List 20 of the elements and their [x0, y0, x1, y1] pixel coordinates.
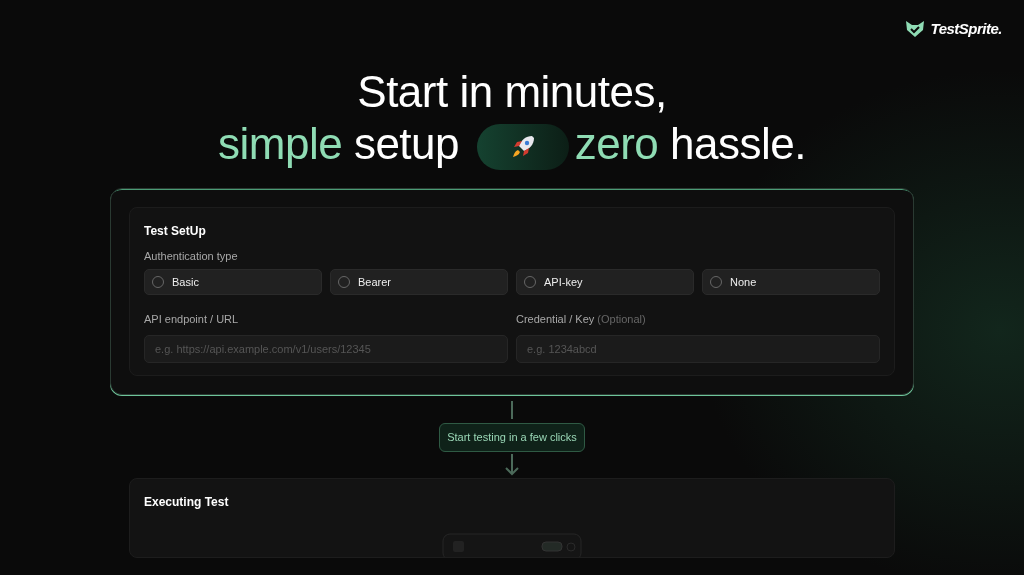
field-label: Authentication type — [144, 250, 238, 263]
headline-word: simple — [218, 119, 343, 168]
headline-word: zero — [574, 119, 659, 168]
headline-word: setup — [353, 119, 459, 168]
down-arrow-icon — [504, 451, 520, 476]
auth-option[interactable]: Bearer — [330, 268, 508, 295]
field-label: Credential / Key (Optional) — [516, 312, 646, 325]
card-title: Test SetUp — [144, 223, 207, 241]
brand-name: TestSprite. — [930, 19, 1002, 39]
field-label: API endpoint / URL — [144, 312, 239, 325]
auth-option[interactable]: API-key — [516, 268, 694, 295]
headline: Start in minutes, — [357, 66, 667, 118]
connector-label: Start testing in a few clicks — [439, 423, 585, 452]
fox-logo-icon — [904, 20, 925, 39]
auth-option[interactable]: None — [702, 268, 880, 295]
input-field[interactable]: e.g. 1234abcd — [516, 335, 880, 364]
card-title: Executing Test — [144, 493, 230, 511]
input-field[interactable]: e.g. https://api.example.com/v1/users/12345 — [144, 335, 508, 364]
headline-word: hassle. — [670, 119, 806, 168]
auth-option[interactable]: Basic — [144, 268, 322, 295]
